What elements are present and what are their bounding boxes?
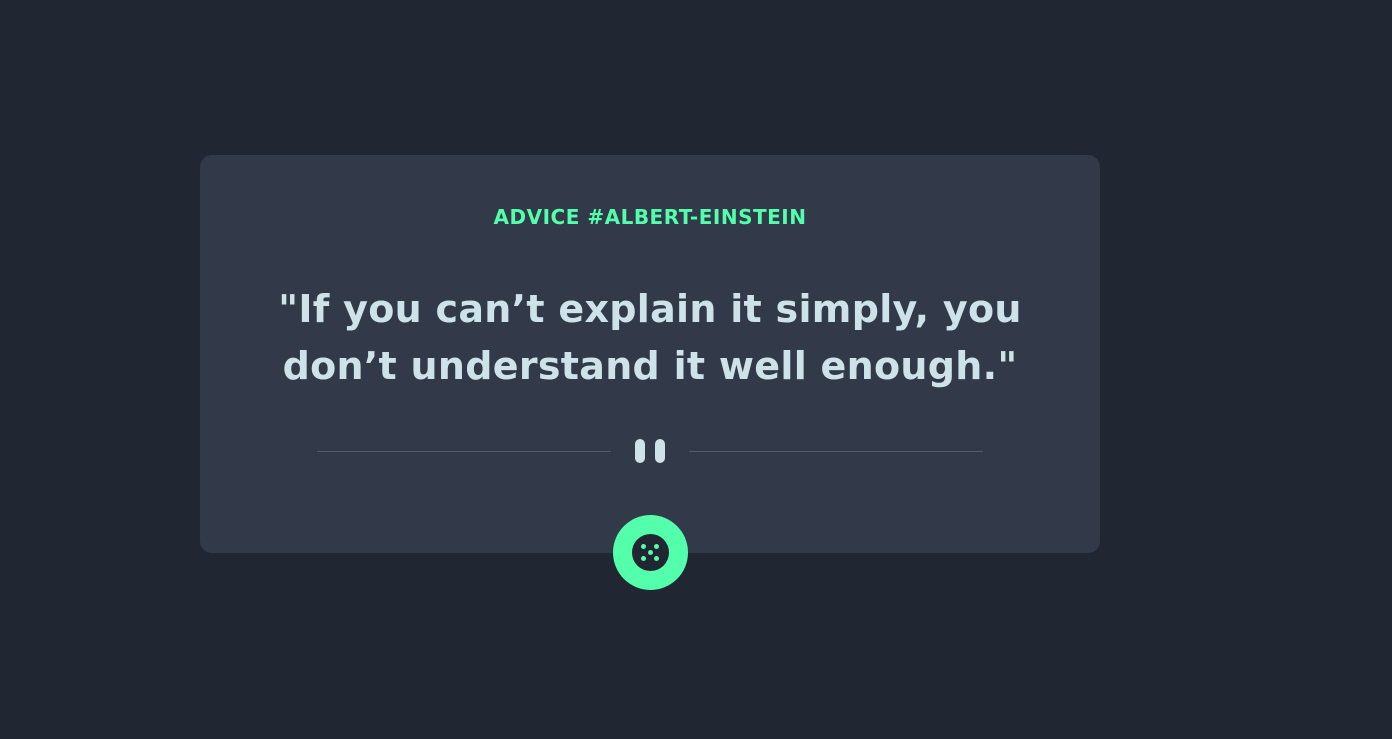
generate-advice-button[interactable]: [613, 515, 688, 590]
advice-card: ADVICE #ALBERT-EINSTEIN "If you can’t ex…: [200, 155, 1100, 553]
pause-icon: [635, 438, 665, 464]
pattern-divider: [317, 438, 983, 464]
divider-line-left: [317, 451, 611, 452]
advice-heading: ADVICE #ALBERT-EINSTEIN: [493, 205, 807, 229]
divider-line-right: [689, 451, 983, 452]
dice-icon: [632, 534, 669, 571]
advice-quote: "If you can’t explain it simply, you don…: [278, 287, 1022, 388]
